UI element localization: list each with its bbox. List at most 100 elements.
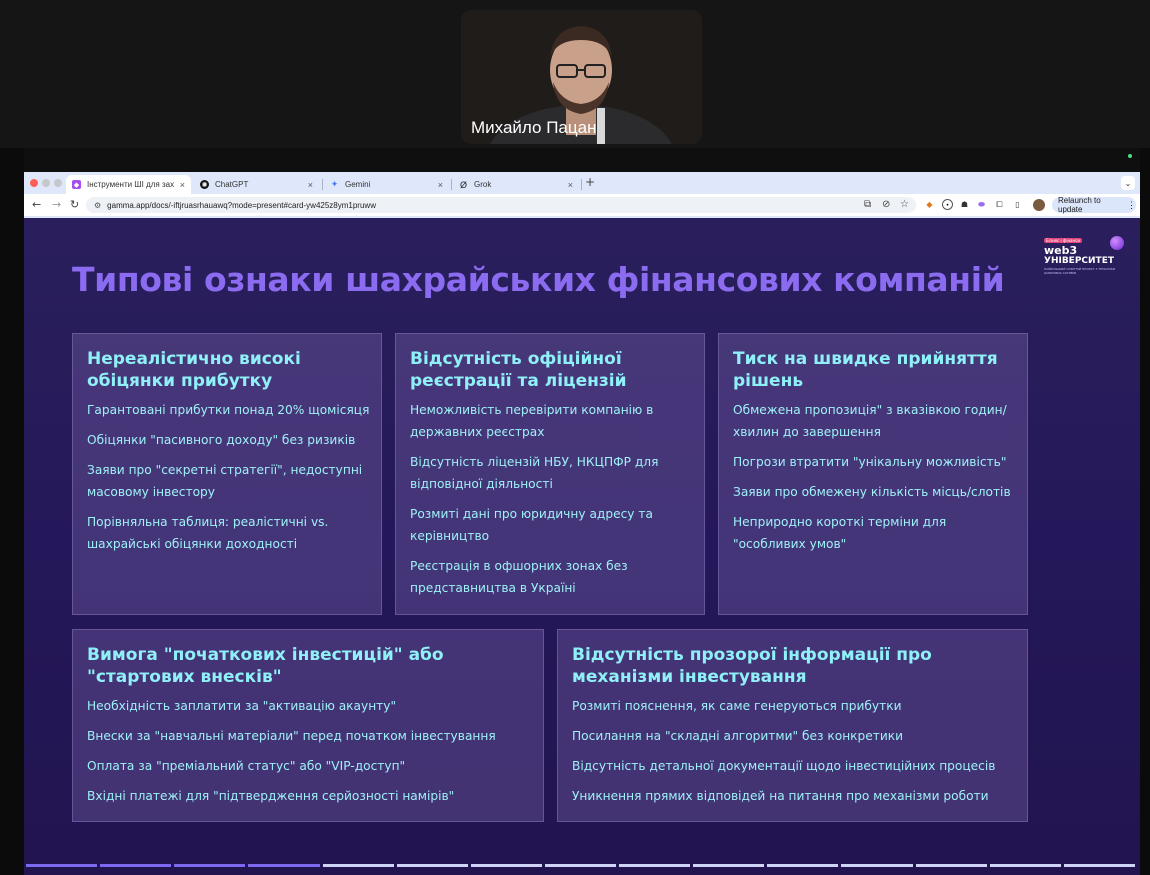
chatgpt-icon: ✺ [200, 180, 209, 189]
list-item: Внески за "навчальні матеріали" перед по… [87, 729, 496, 743]
logo-university: УНІВЕРСИТЕТ [1044, 256, 1114, 266]
logo-subtitle: НАЙБІЛЬШИЙ ОСВІТНІЙ ПРОЄКТ З ТЕМАТИКИ ЦИ… [1044, 267, 1116, 275]
participant-name: Михайло Пацан [471, 118, 597, 137]
close-tab-icon[interactable]: × [438, 180, 443, 190]
extension-icon[interactable]: • [942, 199, 953, 210]
list-item: Необхідність заплатити за "активацію ака… [87, 699, 397, 713]
progress-segment[interactable] [470, 864, 542, 867]
extension-purple-icon[interactable]: ⬬ [976, 199, 987, 210]
tab-gamma[interactable]: ◆ Інструменти ШІ для захисту × [66, 175, 191, 194]
site-settings-icon[interactable]: ⚙ [94, 201, 101, 210]
progress-segment[interactable] [841, 864, 913, 867]
list-item: Заяви про обмежену кількість місць/слоті… [733, 485, 1011, 499]
list-item: Гарантовані прибутки понад 20% щомісяця [87, 403, 370, 417]
tab-bar: ◆ Інструменти ШІ для захисту × ✺ ChatGPT… [24, 172, 1140, 194]
card-list: Гарантовані прибутки понад 20% щомісяця … [87, 399, 372, 563]
reload-icon[interactable]: ↻ [70, 198, 79, 212]
browser-toolbar: ← → ↻ ⚙ gamma.app/docs/-iftjruasrhauawq?… [24, 194, 1140, 216]
progress-segment[interactable] [544, 864, 617, 867]
card-unrealistic-returns: Нереалістично високі обіцянки прибутку Г… [72, 333, 382, 615]
tracking-protection-icon[interactable]: ⊘ [882, 198, 890, 212]
new-tab-icon[interactable]: + [585, 175, 595, 189]
url-text: gamma.app/docs/-iftjruasrhauawq?mode=pre… [107, 200, 376, 210]
forward-arrow-icon[interactable]: → [52, 198, 61, 212]
web3-university-logo: Бізнес і фінанси web3 УНІВЕРСИТЕТ НАЙБІЛ… [1042, 236, 1126, 280]
slide-progress-bar [26, 864, 1138, 867]
back-arrow-icon[interactable]: ← [32, 198, 41, 212]
browser-window: ◆ Інструменти ШІ для захисту × ✺ ChatGPT… [24, 172, 1140, 875]
video-call-area: Михайло Пацан [0, 0, 1150, 148]
bookmark-star-icon[interactable]: ☆ [900, 198, 909, 212]
profile-avatar[interactable] [1033, 199, 1045, 211]
tab-label: Gemini [345, 180, 371, 189]
card-title: Вимога "початкових інвестицій" або "стар… [87, 645, 444, 687]
close-window-button[interactable] [30, 179, 38, 187]
tab-label: Інструменти ШІ для захисту [87, 180, 174, 189]
grok-icon: Ø [459, 179, 467, 190]
list-item: Неможливість перевірити компанію в держа… [410, 403, 654, 439]
close-tab-icon[interactable]: × [308, 180, 313, 190]
address-bar[interactable]: ⚙ gamma.app/docs/-iftjruasrhauawq?mode=p… [86, 197, 916, 213]
progress-segment[interactable] [396, 864, 468, 867]
tab-separator [581, 179, 582, 190]
tab-label: Grok [474, 180, 492, 189]
gamma-icon: ◆ [72, 180, 81, 189]
progress-segment[interactable] [174, 864, 246, 867]
more-options-icon[interactable]: ⋮ [1127, 200, 1136, 211]
tab-chatgpt[interactable]: ✺ ChatGPT × [194, 175, 319, 194]
list-item: Уникнення прямих відповідей на питання п… [572, 789, 989, 803]
card-title: Відсутність прозорої інформації про меха… [572, 645, 932, 687]
tab-gemini[interactable]: ✦ Gemini × [324, 175, 449, 194]
tab-separator [451, 179, 452, 190]
screen-share-indicator [1128, 154, 1132, 158]
close-tab-icon[interactable]: × [568, 180, 573, 190]
progress-segment[interactable] [248, 864, 320, 867]
progress-segment[interactable] [322, 864, 394, 867]
progress-segment[interactable] [767, 864, 839, 867]
list-item: Неприродно короткі терміни для "особливи… [733, 515, 947, 551]
progress-segment[interactable] [989, 864, 1061, 867]
card-title: Нереалістично високі обіцянки прибутку [87, 349, 301, 391]
card-list: Необхідність заплатити за "активацію ака… [87, 695, 532, 815]
maximize-window-button[interactable] [54, 179, 62, 187]
tab-separator [322, 179, 323, 190]
relaunch-to-update-button[interactable]: Relaunch to update ⋮ [1052, 196, 1136, 214]
list-item: Оплата за "преміальний статус" або "VIP-… [87, 759, 406, 773]
shared-screen: ◆ Інструменти ШІ для захисту × ✺ ChatGPT… [24, 148, 1140, 875]
presentation-slide: Типові ознаки шахрайських фінансових ком… [24, 218, 1140, 875]
participant-video-tile[interactable]: Михайло Пацан [461, 10, 702, 144]
list-item: Погрози втратити "унікальну можливість" [733, 455, 1007, 469]
progress-segment[interactable] [100, 864, 172, 867]
card-pressure-decisions: Тиск на швидке прийняття рішень Обмежена… [718, 333, 1028, 615]
list-item: Заяви про "секретні стратегії", недоступ… [87, 463, 363, 499]
tab-grok[interactable]: Ø Grok × [453, 175, 579, 194]
progress-segment[interactable] [26, 864, 98, 867]
list-item: Обіцянки "пасивного доходу" без ризиків [87, 433, 356, 447]
list-item: Розмиті дані про юридичну адресу та кері… [410, 507, 653, 543]
close-tab-icon[interactable]: × [180, 180, 185, 190]
list-item: Розмиті пояснення, як саме генеруються п… [572, 699, 902, 713]
metamask-extension-icon[interactable]: ◆ [924, 199, 935, 210]
card-title: Тиск на швидке прийняття рішень [733, 349, 998, 391]
extension-cat-icon[interactable]: ☗ [959, 199, 970, 210]
card-title: Відсутність офіційної реєстрації та ліце… [410, 349, 627, 391]
list-item: Посилання на "складні алгоритми" без кон… [572, 729, 904, 743]
card-initial-investments: Вимога "початкових інвестицій" або "стар… [72, 629, 544, 822]
side-panel-icon[interactable]: ▯ [1012, 199, 1023, 210]
slide-title: Типові ознаки шахрайських фінансових ком… [72, 260, 1005, 299]
list-item: Відсутність ліцензій НБУ, НКЦПФР для від… [410, 455, 659, 491]
globe-icon [1110, 236, 1124, 250]
card-list: Розмиті пояснення, як саме генеруються п… [572, 695, 1017, 815]
minimize-window-button[interactable] [42, 179, 50, 187]
card-list: Обмежена пропозиція" з вказівкою годин/х… [733, 399, 1018, 563]
tab-search-chevron-icon[interactable]: ⌄ [1121, 176, 1135, 190]
progress-segment[interactable] [693, 864, 765, 867]
card-list: Неможливість перевірити компанію в держа… [410, 399, 695, 607]
progress-segment[interactable] [1063, 864, 1135, 867]
extensions-puzzle-icon[interactable]: ⧠ [994, 199, 1005, 210]
progress-segment[interactable] [915, 864, 987, 867]
progress-segment[interactable] [619, 864, 691, 867]
list-item: Відсутність детальної документації щодо … [572, 759, 996, 773]
install-app-icon[interactable]: ⧉ [864, 198, 871, 212]
list-item: Порівняльна таблиця: реалістичні vs. шах… [87, 515, 329, 551]
